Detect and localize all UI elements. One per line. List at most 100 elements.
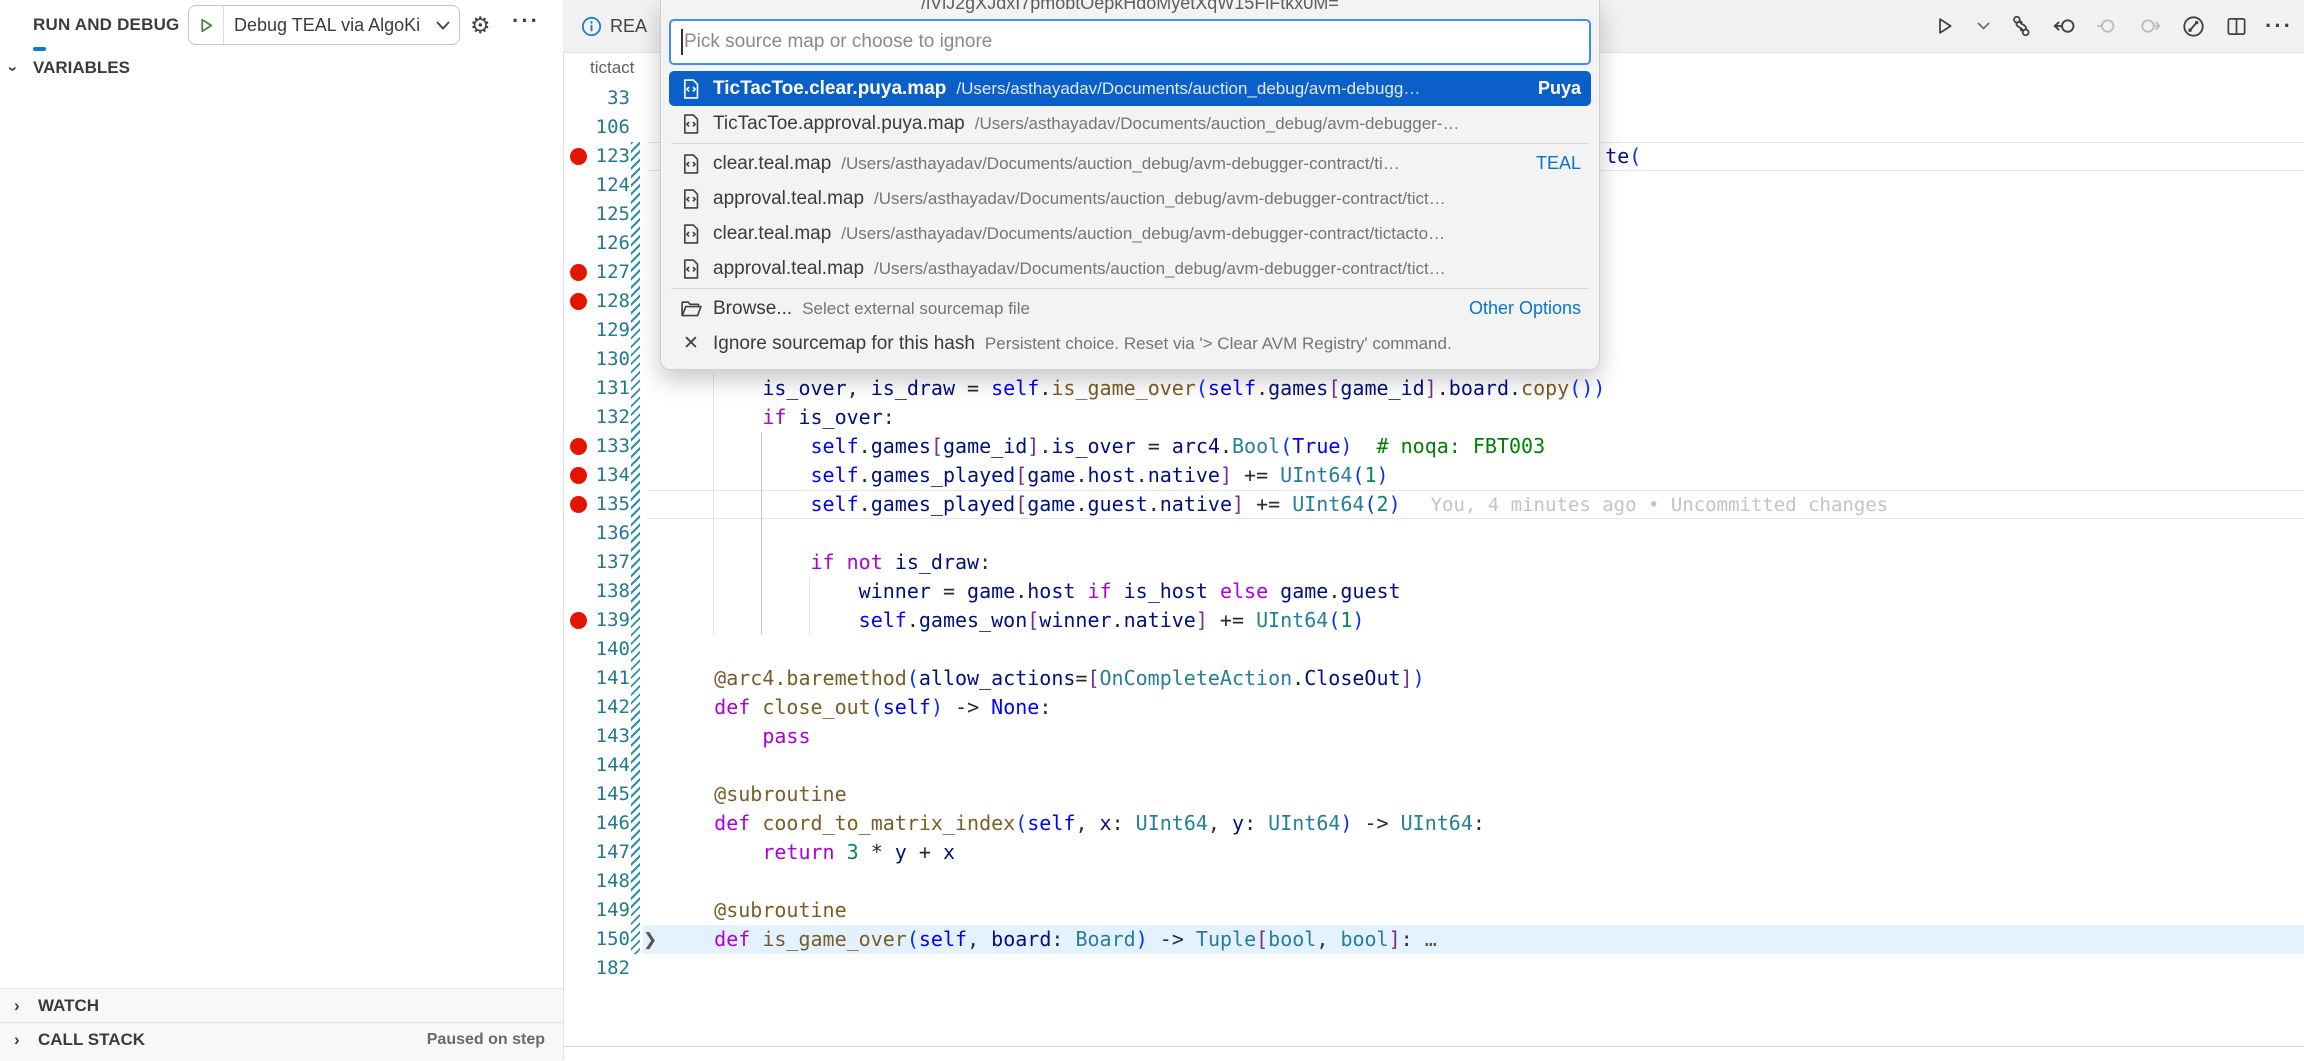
code-line-142[interactable]: 142 def close_out(self) -> None: [563,693,2304,722]
code-line-137[interactable]: 137 if not is_draw: [563,548,2304,577]
file-code-icon [679,112,703,136]
quickpick-item[interactable]: ✕Ignore sourcemap for this hashPersisten… [669,326,1591,361]
quickpick-separator-label: Other Options [1459,298,1581,319]
quickpick-item[interactable]: TicTacToe.approval.puya.map/Users/asthay… [669,106,1591,141]
line-number: 142 [563,693,630,722]
more-actions-icon[interactable]: ··· [2266,13,2292,39]
step-back-icon [2094,13,2120,39]
code-line-147[interactable]: 147 return 3 * y + x [563,838,2304,867]
line-number: 106 [563,113,630,142]
quickpick-item[interactable]: clear.teal.map/Users/asthayadav/Document… [669,216,1591,251]
code-line-141[interactable]: 141 @arc4.baremethod(allow_actions=[OnCo… [563,664,2304,693]
code-line-149[interactable]: 149 @subroutine [563,896,2304,925]
quickpick-item[interactable]: approval.teal.map/Users/asthayadav/Docum… [669,251,1591,286]
quickpick-title-hash: /lVlJ2gXJdxI7pmobtOepkHdoMyetXqW15FiFtkx… [669,0,1591,15]
chevron-right-icon: › [14,996,20,1016]
code-line-140[interactable]: 140 [563,635,2304,664]
code-line-182[interactable]: 182 [563,954,2304,983]
code-line-134[interactable]: 134 self.games_played[game.host.native] … [563,461,2304,490]
code-line-131[interactable]: 131 is_over, is_draw = self.is_game_over… [563,374,2304,403]
progress-indicator [33,47,46,51]
line-number: 127 [563,258,630,287]
code-line-150[interactable]: 150❯ def is_game_over(self, board: Board… [563,925,2304,954]
file-code-icon [679,187,703,211]
quickpick-item-label: TicTacToe.clear.puya.map [713,78,946,100]
gear-icon[interactable]: ⚙ [470,12,491,38]
line-number: 130 [563,345,630,374]
editor-bottom-border [563,1046,2304,1047]
quickpick-item-label: clear.teal.map [713,223,831,245]
indent-guide [713,374,714,635]
quickpick-item-description: /Users/asthayadav/Documents/auction_debu… [874,189,1446,209]
run-to-line-icon[interactable] [2180,13,2206,39]
line-number: 182 [563,954,630,983]
quickpick-item-description: /Users/asthayadav/Documents/auction_debu… [874,259,1446,279]
code-line-145[interactable]: 145 @subroutine [563,780,2304,809]
variables-section-header[interactable]: › VARIABLES [0,55,563,85]
quickpick-item-badge: Puya [1528,78,1581,99]
line-number: 150 [563,925,630,954]
code-text: return 3 * y + x [666,838,955,867]
code-line-138[interactable]: 138 winner = game.host if is_host else g… [563,577,2304,606]
play-icon [1935,16,1955,36]
code-text: self.games_played[game.host.native] += U… [666,461,1389,490]
quickpick-input[interactable]: Pick source map or choose to ignore [669,19,1591,65]
code-text: self.games_won[winner.native] += UInt64(… [666,606,1364,635]
split-editor-icon[interactable] [2223,13,2249,39]
code-line-133[interactable]: 133 self.games[game_id].is_over = arc4.B… [563,432,2304,461]
run-button[interactable] [1932,13,1958,39]
variables-label: VARIABLES [33,58,130,78]
line-number: 147 [563,838,630,867]
line-number: 136 [563,519,630,548]
code-text: self.games[game_id].is_over = arc4.Bool(… [666,432,1545,461]
code-text: def coord_to_matrix_index(self, x: UInt6… [666,809,1485,838]
code-line-146[interactable]: 146 def coord_to_matrix_index(self, x: U… [563,809,2304,838]
line-number: 124 [563,171,630,200]
step-forward-icon [2137,13,2163,39]
code-line-136[interactable]: 136 [563,519,2304,548]
code-line-148[interactable]: 148 [563,867,2304,896]
line-number: 145 [563,780,630,809]
file-code-icon [679,257,703,281]
watch-section-header[interactable]: › WATCH [0,988,563,1023]
fold-chevron-icon[interactable]: ❯ [643,925,663,954]
run-dropdown-chevron-icon[interactable] [1975,13,1991,39]
more-actions-icon[interactable]: ··· [512,8,540,34]
modified-lines-gutter-decoration [631,142,640,954]
quickpick-item[interactable]: approval.teal.map/Users/asthayadav/Docum… [669,181,1591,216]
chevron-down-icon: › [3,66,23,72]
editor-actions-toolbar: ··· [1932,0,2298,52]
start-debug-button[interactable] [189,6,224,44]
quickpick-item-badge: TEAL [1526,153,1581,174]
swap-session-icon[interactable] [2008,13,2034,39]
indent-guide [809,577,810,635]
code-line-135[interactable]: 135 self.games_played[game.guest.native]… [563,490,2304,519]
code-line-144[interactable]: 144 [563,751,2304,780]
quickpick-item[interactable]: clear.teal.map/Users/asthayadav/Document… [669,146,1591,181]
code-line-143[interactable]: 143 pass [563,722,2304,751]
quickpick-separator [671,143,1589,144]
code-line-139[interactable]: 139 self.games_won[winner.native] += UIn… [563,606,2304,635]
breadcrumb[interactable]: tictact [590,52,634,84]
call-stack-label: CALL STACK [38,1030,145,1050]
line-number: 140 [563,635,630,664]
line-number: 131 [563,374,630,403]
line-number: 137 [563,548,630,577]
play-icon [198,17,215,34]
code-text: def close_out(self) -> None: [666,693,1051,722]
quickpick-item[interactable]: TicTacToe.clear.puya.map/Users/asthayada… [669,71,1591,106]
code-text: @arc4.baremethod(allow_actions=[OnComple… [666,664,1425,693]
quickpick-separator [671,288,1589,289]
quickpick-item-label: approval.teal.map [713,188,864,210]
call-stack-section-header[interactable]: › CALL STACK Paused on step [0,1022,563,1061]
indent-guide-active [761,432,762,635]
quickpick-item-label: approval.teal.map [713,258,864,280]
folder-open-icon [679,297,703,321]
quickpick-item[interactable]: Browse...Select external sourcemap fileO… [669,291,1591,326]
debug-config-dropdown[interactable]: Debug TEAL via AlgoKi [188,5,460,45]
text-cursor [681,29,683,55]
reverse-continue-icon[interactable] [2051,13,2077,39]
code-line-132[interactable]: 132 if is_over: [563,403,2304,432]
quickpick-item-description: /Users/asthayadav/Documents/auction_debu… [841,154,1399,174]
editor-tab[interactable]: REA [581,0,647,52]
